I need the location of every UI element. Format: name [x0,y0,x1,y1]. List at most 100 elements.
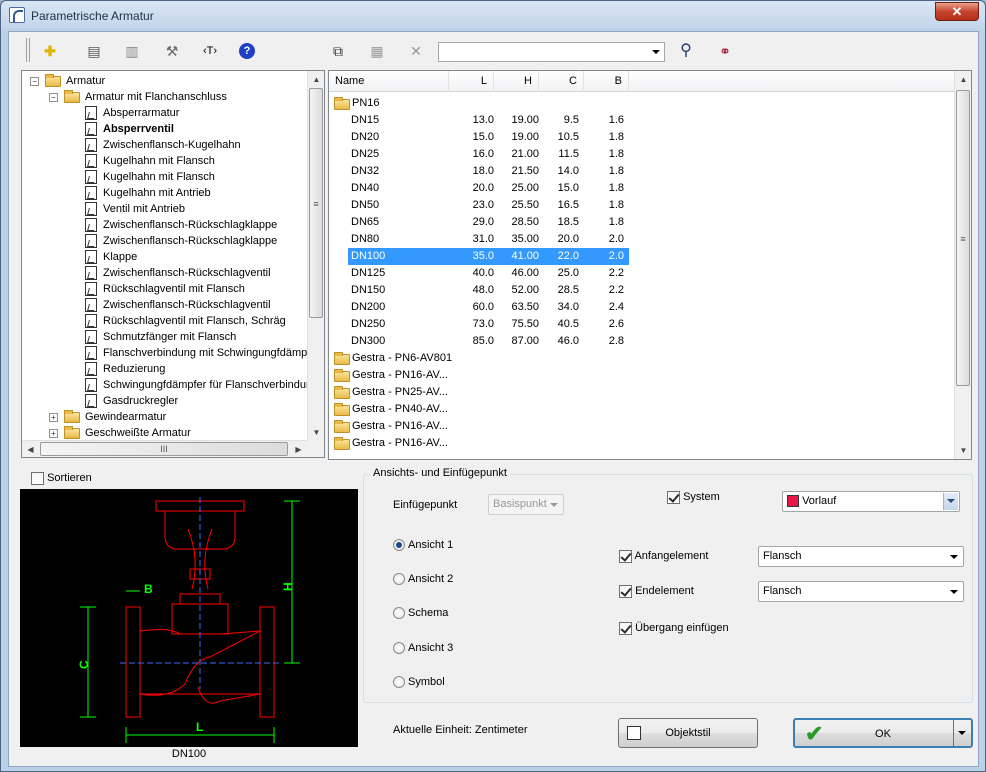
delete-icon[interactable]: ✕ [405,40,427,62]
collapse-icon[interactable]: − [30,77,39,86]
text-icon[interactable]: ‹T› [199,40,221,62]
column-header-h[interactable]: H [494,71,539,92]
tree-hscroll-thumb[interactable]: III [40,442,288,456]
scroll-left-icon[interactable]: ◀ [22,441,39,457]
tree-item[interactable]: Kugelhahn mit Antrieb [22,185,308,201]
radio-button[interactable] [393,642,405,655]
table-row[interactable]: DN15 13.0 19.00 9.5 1.6 [348,112,629,129]
list-vscrollbar[interactable]: ▲ ≡ ▼ [954,71,971,459]
einfuegepunkt-select[interactable]: Basispunkt [488,494,564,515]
system-dropdown-button[interactable] [943,493,958,510]
tree-item[interactable]: Kugelhahn mit Flansch [22,169,308,185]
tree-item[interactable]: Schmutzfänger mit Flansch [22,329,308,345]
chevron-down-icon[interactable] [958,731,966,735]
radio-button[interactable] [393,539,405,552]
tree-item[interactable]: Schwingungfdämpfer für Flanschverbindung [22,377,318,393]
list-group-row[interactable]: Gestra - PN16-AV... [329,418,629,435]
column-header-c[interactable]: C [539,71,584,92]
view-radio[interactable]: Schema [393,605,448,621]
table-row[interactable]: DN200 60.0 63.50 34.0 2.4 [348,299,629,316]
radio-button[interactable] [393,607,405,620]
end-checkbox-box[interactable] [619,584,632,598]
ok-dropdown-button[interactable] [953,720,971,746]
help-icon[interactable]: ? [239,43,255,59]
tree-item[interactable]: Absperrarmatur [22,105,308,121]
expand-icon[interactable]: + [49,413,58,422]
tree-item[interactable]: Klappe [22,249,308,265]
sort-checkbox[interactable]: Sortieren [31,470,92,486]
table-row[interactable]: DN25 16.0 21.00 11.5 1.8 [348,146,629,163]
title-bar[interactable]: Parametrische Armatur ✕ [1,1,985,29]
system-checkbox[interactable]: System [667,489,720,505]
tree-vscroll-thumb[interactable]: ≡ [309,88,323,318]
tree-item[interactable]: Zwischenflansch-Rückschlagventil [22,265,308,281]
table-row[interactable]: DN250 73.0 75.50 40.5 2.6 [348,316,629,333]
view-radio[interactable]: Ansicht 3 [393,640,453,656]
list-group-row[interactable]: Gestra - PN40-AV... [329,401,629,418]
list-group-row[interactable]: PN16 [329,95,629,112]
tree-item[interactable]: Rückschlagventil mit Flansch, Schräg [22,313,308,329]
tree-vscrollbar[interactable]: ▲ ≡ ▼ [307,71,324,441]
system-checkbox-box[interactable] [667,490,680,504]
tree-item[interactable]: Reduzierung [22,361,308,377]
scroll-right-icon[interactable]: ▶ [290,441,307,457]
table-row[interactable]: DN20 15.0 19.00 10.5 1.8 [348,129,629,146]
anfang-select[interactable]: Flansch [758,546,964,567]
search-icon[interactable]: ⚲ [675,40,697,62]
search-combo[interactable] [438,42,665,62]
table-row[interactable]: DN65 29.0 28.50 18.5 1.8 [348,214,629,231]
list-group-row[interactable]: Gestra - PN16-AV... [329,367,629,384]
new-icon[interactable]: ✚ [39,40,61,62]
tree-item[interactable]: Gasdruckregler [22,393,308,409]
tree-item[interactable]: Zwischenflansch-Rückschlagklappe [22,233,308,249]
list-group-row[interactable]: Gestra - PN25-AV... [329,384,629,401]
list-vscroll-thumb[interactable]: ≡ [956,90,970,386]
expand-icon[interactable]: + [49,429,58,438]
tree-item[interactable]: + Gewindearmatur [22,409,308,425]
tree-item[interactable]: + Geschweißte Armatur [22,425,308,441]
sort-checkbox-box[interactable] [31,471,44,485]
table-row[interactable]: DN50 23.0 25.50 16.5 1.8 [348,197,629,214]
list-group-row[interactable]: Gestra - PN16-AV... [329,435,629,452]
collapse-icon[interactable]: − [49,93,58,102]
anfang-checkbox[interactable]: Anfangelement [619,548,708,564]
chevron-down-icon[interactable] [950,555,958,559]
list-icon[interactable]: ▥ [121,40,143,62]
paste-icon[interactable]: ▦ [366,40,388,62]
tree-item[interactable]: Zwischenflansch-Rückschlagklappe [22,217,308,233]
tree-item[interactable]: Ventil mit Antrieb [22,201,308,217]
tree-item[interactable]: Absperrventil [22,121,308,137]
toolbar-grip[interactable] [26,38,30,62]
chevron-down-icon[interactable] [550,503,558,507]
chevron-down-icon[interactable] [950,590,958,594]
objektstil-button[interactable]: Objektstil [618,718,758,748]
radio-button[interactable] [393,676,405,689]
tree-item[interactable]: − Armatur mit Flanchanschluss [22,89,308,105]
scroll-down-icon[interactable]: ▼ [955,442,971,459]
anfang-checkbox-box[interactable] [619,549,632,563]
list-group-row[interactable]: Gestra - PN6-AV801 [329,350,629,367]
view-radio[interactable]: Ansicht 1 [393,537,453,553]
uebergang-checkbox-box[interactable] [619,621,632,635]
scroll-up-icon[interactable]: ▲ [955,71,971,88]
tree-item[interactable]: Kugelhahn mit Flansch [22,153,308,169]
tree-hscrollbar[interactable]: ◀ III ▶ [22,440,307,457]
category-tree[interactable]: − Armatur − Armatur mit Flanchanschluss Absp… [21,70,325,458]
chevron-down-icon[interactable] [652,50,660,54]
table-row[interactable]: DN100 35.0 41.00 22.0 2.0 [348,248,629,265]
find-replace-icon[interactable]: ⚭ [714,40,736,62]
table-row[interactable]: DN80 31.0 35.00 20.0 2.0 [348,231,629,248]
table-row[interactable]: DN32 18.0 21.50 14.0 1.8 [348,163,629,180]
table-row[interactable]: DN300 85.0 87.00 46.0 2.8 [348,333,629,350]
size-list[interactable]: Name L H C B PN16 DN15 13.0 19.00 9.5 1.6 DN20… [328,70,972,460]
view-radio[interactable]: Symbol [393,674,445,690]
table-row[interactable]: DN150 48.0 52.00 28.5 2.2 [348,282,629,299]
properties-icon[interactable]: ▤ [83,40,105,62]
copy-icon[interactable]: ⧉ [327,40,349,62]
radio-button[interactable] [393,573,405,586]
scroll-down-icon[interactable]: ▼ [308,424,324,441]
view-radio[interactable]: Ansicht 2 [393,571,453,587]
column-header-b[interactable]: B [584,71,629,92]
system-select[interactable]: Vorlauf [782,491,960,512]
tree-item[interactable]: − Armatur [22,73,308,89]
